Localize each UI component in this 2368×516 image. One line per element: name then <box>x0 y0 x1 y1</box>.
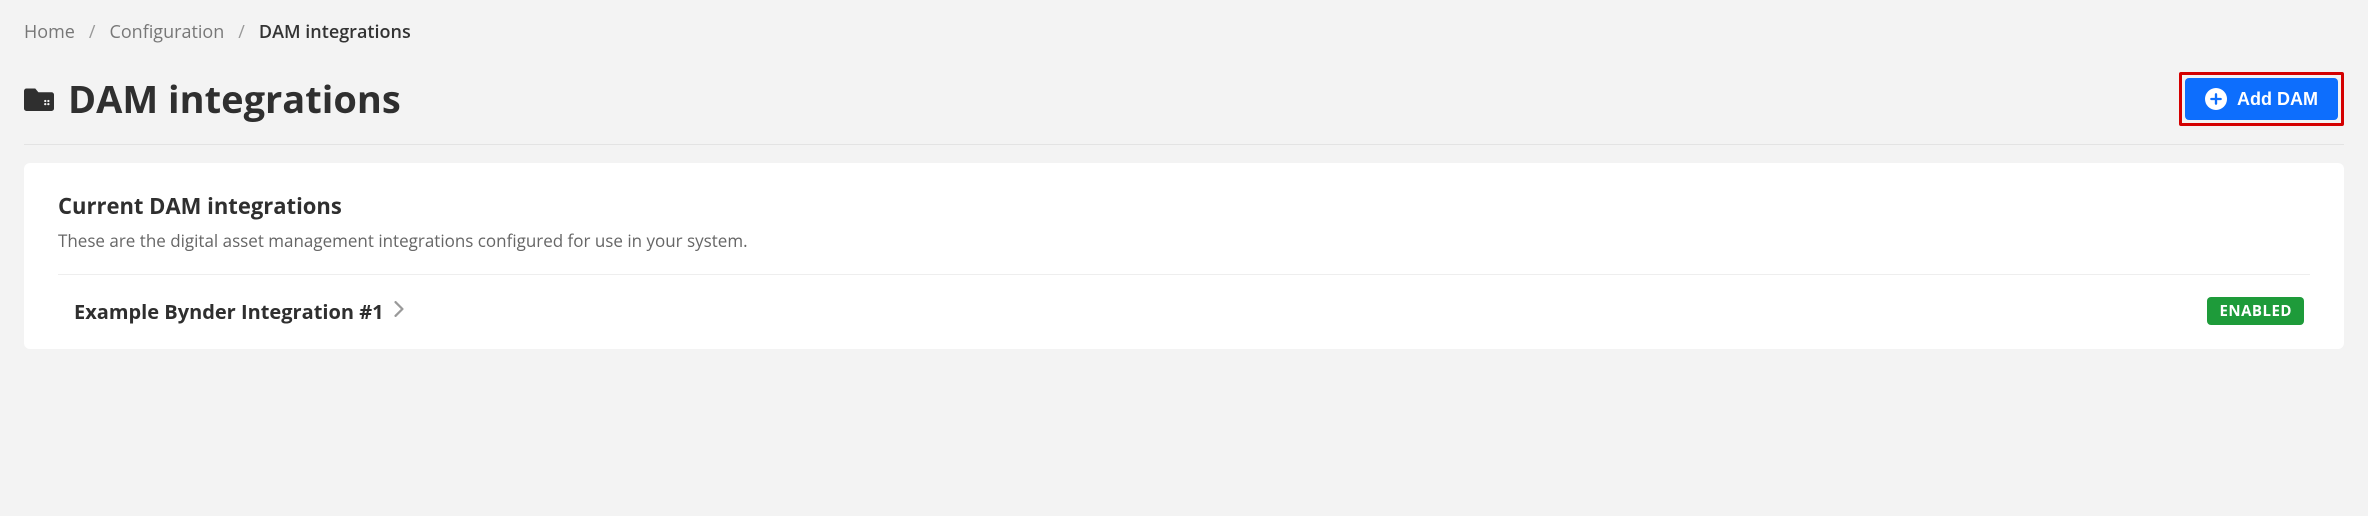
integration-row[interactable]: Example Bynder Integration #1 ENABLED <box>58 275 2310 335</box>
card-title: Current DAM integrations <box>58 191 2310 221</box>
page-title: DAM integrations <box>68 73 401 125</box>
breadcrumb: Home / Configuration / DAM integrations <box>24 20 2344 44</box>
breadcrumb-current: DAM integrations <box>259 20 411 44</box>
folder-icon <box>24 86 54 112</box>
card-description: These are the digital asset management i… <box>58 229 2310 252</box>
add-dam-highlight: Add DAM <box>2179 72 2344 126</box>
page-header: DAM integrations Add DAM <box>24 72 2344 145</box>
add-dam-button[interactable]: Add DAM <box>2185 78 2338 120</box>
integration-name: Example Bynder Integration #1 <box>74 298 384 325</box>
status-badge: ENABLED <box>2207 297 2304 325</box>
breadcrumb-home[interactable]: Home <box>24 20 75 44</box>
add-dam-label: Add DAM <box>2237 89 2318 110</box>
integrations-list: Example Bynder Integration #1 ENABLED <box>58 274 2310 335</box>
integrations-card: Current DAM integrations These are the d… <box>24 163 2344 349</box>
breadcrumb-configuration[interactable]: Configuration <box>109 20 224 44</box>
breadcrumb-separator: / <box>238 20 245 44</box>
plus-icon <box>2205 88 2227 110</box>
chevron-right-icon <box>394 301 404 322</box>
breadcrumb-separator: / <box>89 20 96 44</box>
